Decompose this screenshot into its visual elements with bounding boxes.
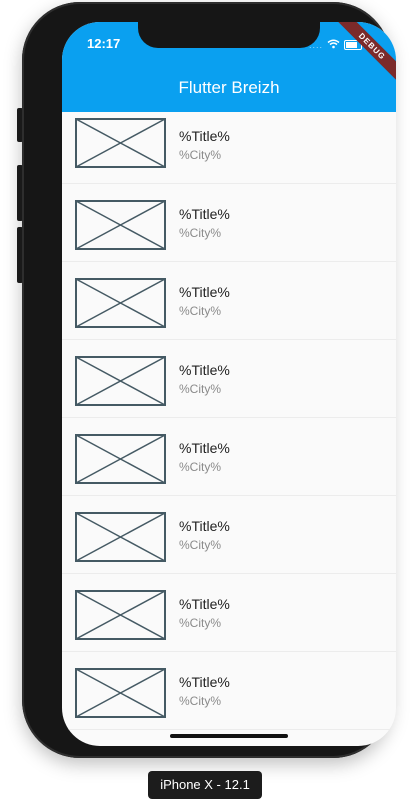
item-title: %Title%: [179, 284, 230, 300]
item-title: %Title%: [179, 518, 230, 534]
item-title: %Title%: [179, 674, 230, 690]
signal-icon: ....: [308, 40, 323, 50]
device-frame: 12:17 .... DEBUG Flutter Breizh %Title% …: [22, 2, 396, 758]
item-city: %City%: [179, 616, 222, 630]
list-item[interactable]: %Title% %City%: [62, 418, 396, 496]
item-title: %Title%: [179, 440, 230, 456]
list-item[interactable]: %Title% %City%: [62, 574, 396, 652]
item-city: %City%: [179, 382, 222, 396]
item-city: %City%: [179, 148, 222, 162]
status-time: 12:17: [87, 36, 121, 51]
list-item[interactable]: %Title% %City%: [62, 340, 396, 418]
debug-banner: DEBUG: [332, 22, 396, 87]
image-placeholder-icon: [75, 278, 166, 328]
item-title: %Title%: [179, 362, 230, 378]
app-bar: 12:17 .... DEBUG Flutter Breizh: [62, 22, 396, 112]
list-item[interactable]: %Title% %City%: [62, 184, 396, 262]
notch: [138, 22, 320, 48]
image-placeholder-icon: [75, 200, 166, 250]
item-city: %City%: [179, 226, 222, 240]
image-placeholder-icon: [75, 118, 166, 168]
list-item[interactable]: %Title% %City%: [62, 496, 396, 574]
app-bar-title: Flutter Breizh: [178, 78, 280, 97]
image-placeholder-icon: [75, 434, 166, 484]
list-item[interactable]: %Title% %City%: [62, 112, 396, 184]
item-city: %City%: [179, 538, 222, 552]
list-item[interactable]: %Title% %City%: [62, 652, 396, 730]
item-city: %City%: [179, 694, 222, 708]
item-title: %Title%: [179, 128, 230, 144]
image-placeholder-icon: [75, 356, 166, 406]
home-indicator[interactable]: [170, 734, 288, 738]
item-city: %City%: [179, 460, 222, 474]
item-title: %Title%: [179, 206, 230, 222]
item-title: %Title%: [179, 596, 230, 612]
image-placeholder-icon: [75, 590, 166, 640]
list-item[interactable]: %Title% %City%: [62, 262, 396, 340]
item-city: %City%: [179, 304, 222, 318]
image-placeholder-icon: [75, 512, 166, 562]
wifi-icon: [327, 36, 340, 54]
app-screen: 12:17 .... DEBUG Flutter Breizh %Title% …: [62, 22, 396, 746]
image-placeholder-icon: [75, 668, 166, 718]
item-list: %Title% %City% %Title% %City% %Title% %C…: [62, 112, 396, 730]
device-label: iPhone X - 12.1: [148, 771, 262, 799]
